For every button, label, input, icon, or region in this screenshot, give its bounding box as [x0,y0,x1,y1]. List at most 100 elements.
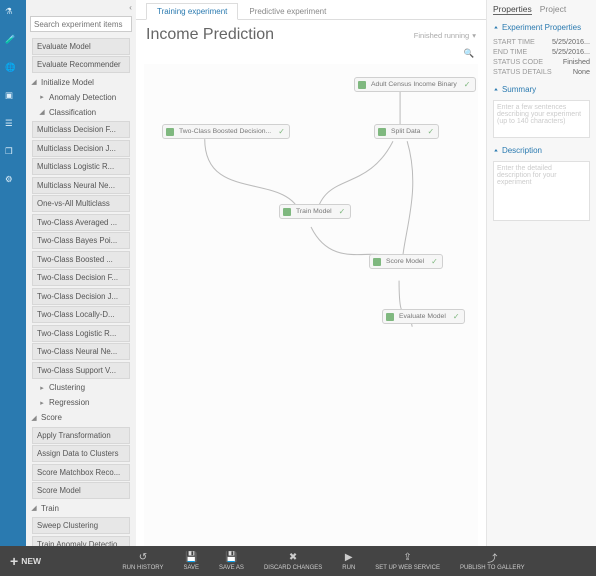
check-icon: ✓ [464,81,472,89]
search-canvas-icon[interactable]: 🔍 [462,46,476,60]
module-item[interactable]: Two-Class Logistic R... [32,325,130,342]
node-score[interactable]: Score Model ✓ [369,254,443,269]
collapsed-icon: ▸ [38,93,46,101]
properties-panel: Properties Project Experiment Properties… [486,0,596,576]
module-item[interactable]: Multiclass Neural Ne... [32,177,130,194]
bottom-bar: + NEW ↺RUN HISTORY💾SAVE💾SAVE AS✖DISCARD … [0,546,596,576]
bottombar-action[interactable]: ⤴PUBLISH TO GALLERY [460,552,525,571]
check-icon: ✓ [339,208,347,216]
module-item[interactable]: Two-Class Neural Ne... [32,343,130,360]
category-item[interactable]: ▸Anomaly Detection [28,90,134,105]
category-item[interactable]: ◢Initialize Model [28,75,134,90]
module-item[interactable]: Two-Class Bayes Poi... [32,232,130,249]
module-icon [166,128,174,136]
bottombar-action[interactable]: ✖DISCARD CHANGES [264,552,322,571]
bottombar-action[interactable]: ↺RUN HISTORY [122,552,163,571]
section-description[interactable]: Description [493,146,590,155]
module-item[interactable]: One-vs-All Multiclass [32,195,130,212]
summary-input[interactable]: Enter a few sentences describing your ex… [493,100,590,138]
category-item[interactable]: ◢Score [28,410,134,425]
property-row: STATUS CODEFinished [493,57,590,66]
description-input[interactable]: Enter the detailed description for your … [493,161,590,221]
bottombar-action[interactable]: 💾SAVE AS [219,552,244,571]
node-boosted[interactable]: Two-Class Boosted Decision... ✓ [162,124,290,139]
canvas-area: Training experiment Predictive experimen… [136,0,486,576]
action-icon: 💾 [185,552,197,564]
tab-predictive[interactable]: Predictive experiment [238,3,337,19]
module-item[interactable]: Two-Class Averaged ... [32,214,130,231]
check-icon: ✓ [427,128,435,136]
action-icon: ⤴ [486,552,498,564]
module-item[interactable]: Multiclass Decision J... [32,140,130,157]
expanded-icon: ◢ [30,414,38,422]
category-item[interactable]: ▸Clustering [28,380,134,395]
category-label: Regression [49,398,89,407]
bottombar-action[interactable]: 💾SAVE [183,552,199,571]
section-experiment-props[interactable]: Experiment Properties [493,23,590,32]
property-value: 5/25/2016... [552,47,590,56]
category-item[interactable]: ◢Train [28,501,134,516]
property-value: None [573,67,590,76]
bottombar-action[interactable]: ⇪SET UP WEB SERVICE [375,552,440,571]
tab-properties[interactable]: Properties [493,4,532,15]
cube-icon[interactable]: ❒ [5,146,21,162]
module-item[interactable]: Multiclass Logistic R... [32,158,130,175]
property-row: STATUS DETAILSNone [493,67,590,76]
tab-project[interactable]: Project [540,4,566,15]
module-item[interactable]: Two-Class Locally-D... [32,306,130,323]
action-label: SAVE [183,565,199,571]
module-item[interactable]: Two-Class Decision J... [32,288,130,305]
module-item[interactable]: Score Matchbox Reco... [32,464,130,481]
check-icon: ✓ [453,313,461,321]
action-icon: 💾 [225,552,237,564]
property-row: START TIME 5/25/2016... [493,37,590,46]
expanded-icon: ◢ [38,108,46,116]
property-value: 5/25/2016... [552,37,590,46]
category-label: Initialize Model [41,78,94,87]
module-item[interactable]: Multiclass Decision F... [32,121,130,138]
property-row: END TIME 5/25/2016... [493,47,590,56]
action-icon: ▶ [343,552,355,564]
category-item[interactable]: ◢Classification [28,105,134,120]
book-icon[interactable]: ▣ [5,90,21,106]
category-label: Train [41,504,59,513]
property-key: START TIME [493,37,535,46]
property-key: STATUS CODE [493,57,543,66]
chevron-down-icon[interactable]: ▾ [472,31,476,40]
module-icon [378,128,386,136]
collapse-icon[interactable]: ‹ [129,2,132,12]
module-item[interactable]: Evaluate Model [32,38,130,55]
expanded-icon: ◢ [30,78,38,86]
node-dataset[interactable]: Adult Census Income Binary ✓ [354,77,476,92]
flask-icon[interactable]: ⚗ [5,6,21,22]
check-icon: ✓ [278,128,286,136]
module-item[interactable]: Two-Class Decision F... [32,269,130,286]
tab-training[interactable]: Training experiment [146,3,238,20]
palette-body[interactable]: Evaluate ModelEvaluate Recommender◢Initi… [26,36,136,576]
section-summary[interactable]: Summary [493,85,590,94]
module-item[interactable]: Evaluate Recommender [32,56,130,73]
module-item[interactable]: Score Model [32,482,130,499]
action-label: RUN HISTORY [122,565,163,571]
gear-icon[interactable]: ☰ [5,118,21,134]
module-item[interactable]: Two-Class Support V... [32,362,130,379]
module-item[interactable]: Two-Class Boosted ... [32,251,130,268]
module-item[interactable]: Sweep Clustering [32,517,130,534]
node-evaluate[interactable]: Evaluate Model ✓ [382,309,465,324]
beaker-icon[interactable]: 🧪 [5,34,21,50]
new-button[interactable]: + NEW [0,553,51,569]
node-split[interactable]: Split Data ✓ [374,124,439,139]
expanded-icon: ◢ [30,504,38,512]
action-label: PUBLISH TO GALLERY [460,565,525,571]
category-item[interactable]: ▸Regression [28,395,134,410]
settings-icon[interactable]: ⚙ [5,174,21,190]
globe-icon[interactable]: 🌐 [5,62,21,78]
bottombar-action[interactable]: ▶RUN [342,552,355,571]
node-train[interactable]: Train Model ✓ [279,204,351,219]
module-item[interactable]: Assign Data to Clusters [32,445,130,462]
property-key: END TIME [493,47,527,56]
search-input[interactable] [30,16,132,32]
action-label: RUN [342,565,355,571]
module-item[interactable]: Apply Transformation [32,427,130,444]
experiment-canvas[interactable]: Adult Census Income Binary ✓ Two-Class B… [144,64,478,568]
